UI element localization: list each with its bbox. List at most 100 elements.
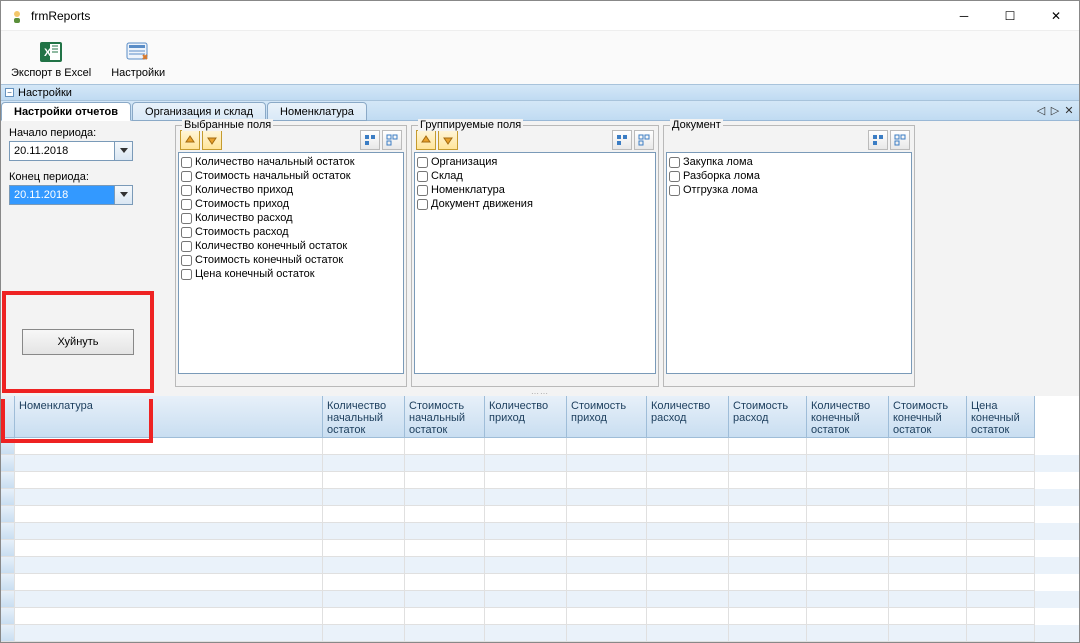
checkbox[interactable]: [181, 241, 192, 252]
list-item-label: Стоимость конечный остаток: [195, 254, 343, 266]
table-row[interactable]: [1, 506, 1079, 523]
column-header[interactable]: Номенклатура: [15, 396, 323, 438]
period-column: Начало периода: Конец периода: Хуйнуть: [1, 121, 175, 391]
close-button[interactable]: ✕: [1033, 1, 1079, 31]
check-all-button[interactable]: [360, 130, 380, 150]
list-item[interactable]: Номенклатура: [417, 183, 653, 197]
list-item[interactable]: Закупка лома: [669, 155, 909, 169]
table-row[interactable]: [1, 438, 1079, 455]
checkbox[interactable]: [181, 255, 192, 266]
list-item-label: Документ движения: [431, 198, 533, 210]
column-header[interactable]: Стоимость расход: [729, 396, 807, 438]
run-button[interactable]: Хуйнуть: [22, 329, 134, 355]
list-item[interactable]: Документ движения: [417, 197, 653, 211]
column-header[interactable]: Количество приход: [485, 396, 567, 438]
checkbox[interactable]: [417, 157, 428, 168]
list-item[interactable]: Стоимость приход: [181, 197, 401, 211]
move-down-button[interactable]: [202, 130, 222, 150]
list-item[interactable]: Склад: [417, 169, 653, 183]
table-row[interactable]: [1, 608, 1079, 625]
table-row[interactable]: [1, 455, 1079, 472]
table-row[interactable]: [1, 591, 1079, 608]
list-item[interactable]: Стоимость расход: [181, 225, 401, 239]
tab-report-settings[interactable]: Настройки отчетов: [1, 102, 131, 121]
end-date-dropdown[interactable]: [115, 185, 133, 205]
column-header[interactable]: Стоимость начальный остаток: [405, 396, 485, 438]
end-date-input[interactable]: [9, 185, 115, 205]
report-settings-content: Начало периода: Конец периода: Хуйнуть В…: [1, 121, 1079, 391]
settings-panel-header[interactable]: − Настройки: [1, 84, 1079, 102]
checkbox[interactable]: [181, 171, 192, 182]
checkbox[interactable]: [181, 227, 192, 238]
list-item[interactable]: Количество конечный остаток: [181, 239, 401, 253]
list-item[interactable]: Количество приход: [181, 183, 401, 197]
minimize-button[interactable]: ─: [941, 1, 987, 31]
grid-body[interactable]: [1, 438, 1079, 642]
checkbox[interactable]: [181, 185, 192, 196]
checkbox[interactable]: [669, 171, 680, 182]
tab-close-icon[interactable]: ✕: [1063, 103, 1075, 117]
checkbox[interactable]: [181, 157, 192, 168]
export-label: Экспорт в Excel: [11, 67, 91, 79]
table-row[interactable]: [1, 472, 1079, 489]
checkbox[interactable]: [417, 185, 428, 196]
checkbox[interactable]: [417, 171, 428, 182]
selected-fields-list[interactable]: Количество начальный остатокСтоимость на…: [178, 152, 404, 374]
move-up-button[interactable]: [416, 130, 436, 150]
list-item[interactable]: Стоимость начальный остаток: [181, 169, 401, 183]
column-header[interactable]: Количество начальный остаток: [323, 396, 405, 438]
checkbox[interactable]: [181, 199, 192, 210]
export-excel-button[interactable]: X Экспорт в Excel: [11, 39, 91, 79]
settings-toolbar-button[interactable]: Настройки: [111, 39, 165, 79]
list-item[interactable]: Стоимость конечный остаток: [181, 253, 401, 267]
list-item[interactable]: Отгрузка лома: [669, 183, 909, 197]
app-icon: [9, 8, 25, 24]
list-item[interactable]: Организация: [417, 155, 653, 169]
checkbox[interactable]: [417, 199, 428, 210]
start-date-dropdown[interactable]: [115, 141, 133, 161]
list-item-label: Отгрузка лома: [683, 184, 758, 196]
checkbox[interactable]: [669, 157, 680, 168]
table-row[interactable]: [1, 557, 1079, 574]
selected-fields-group: Выбранные поля Количество начальный оста…: [175, 125, 407, 387]
list-item[interactable]: Разборка лома: [669, 169, 909, 183]
table-row[interactable]: [1, 625, 1079, 642]
uncheck-all-button[interactable]: [634, 130, 654, 150]
tab-nomenclature[interactable]: Номенклатура: [267, 102, 367, 121]
check-all-button[interactable]: [612, 130, 632, 150]
checkbox[interactable]: [181, 269, 192, 280]
tabs-row: Настройки отчетов Организация и склад Но…: [1, 101, 1079, 121]
move-up-button[interactable]: [180, 130, 200, 150]
tab-next-icon[interactable]: ▷: [1049, 103, 1061, 117]
table-row[interactable]: [1, 540, 1079, 557]
column-header[interactable]: Количество расход: [647, 396, 729, 438]
table-row[interactable]: [1, 523, 1079, 540]
start-date-input[interactable]: [9, 141, 115, 161]
list-item[interactable]: Цена конечный остаток: [181, 267, 401, 281]
start-date-field: [9, 141, 167, 161]
table-row[interactable]: [1, 489, 1079, 506]
end-date-field: [9, 185, 167, 205]
list-item-label: Количество конечный остаток: [195, 240, 347, 252]
column-header[interactable]: Цена конечный остаток: [967, 396, 1035, 438]
maximize-button[interactable]: ☐: [987, 1, 1033, 31]
uncheck-all-button[interactable]: [890, 130, 910, 150]
document-list[interactable]: Закупка ломаРазборка ломаОтгрузка лома: [666, 152, 912, 374]
selected-fields-title: Выбранные поля: [182, 119, 273, 131]
move-down-button[interactable]: [438, 130, 458, 150]
checkbox[interactable]: [181, 213, 192, 224]
list-item[interactable]: Количество начальный остаток: [181, 155, 401, 169]
tab-prev-icon[interactable]: ◁: [1035, 103, 1047, 117]
checkbox[interactable]: [669, 185, 680, 196]
highlight-box: Хуйнуть: [2, 291, 154, 393]
column-header[interactable]: Стоимость конечный остаток: [889, 396, 967, 438]
uncheck-all-button[interactable]: [382, 130, 402, 150]
list-item[interactable]: Количество расход: [181, 211, 401, 225]
grouped-fields-list[interactable]: ОрганизацияСкладНоменклатураДокумент дви…: [414, 152, 656, 374]
check-all-button[interactable]: [868, 130, 888, 150]
table-row[interactable]: [1, 574, 1079, 591]
collapse-icon[interactable]: −: [5, 88, 14, 97]
column-header[interactable]: Стоимость приход: [567, 396, 647, 438]
list-item-label: Стоимость начальный остаток: [195, 170, 351, 182]
column-header[interactable]: Количество конечный остаток: [807, 396, 889, 438]
